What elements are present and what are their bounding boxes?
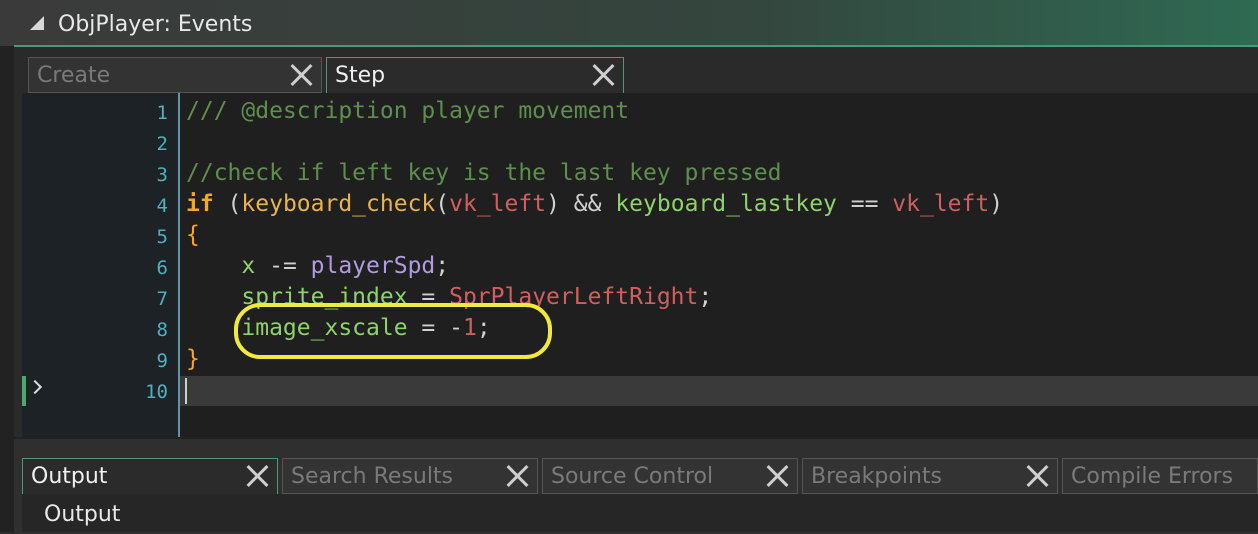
code-punct: ( — [435, 191, 450, 217]
code-punct: ) — [989, 191, 1004, 217]
code-line-5[interactable]: { — [186, 220, 200, 250]
close-icon[interactable] — [765, 464, 789, 488]
close-icon[interactable] — [505, 464, 529, 488]
code-constant: vk_left — [892, 191, 990, 217]
tab-search-results-label: Search Results — [291, 464, 454, 489]
code-line-4[interactable]: if (keyboard_check(vk_left) && keyboard_… — [186, 189, 1003, 219]
line-number: 7 — [156, 288, 168, 310]
code-keyword: if — [186, 191, 214, 217]
tab-compile-errors[interactable]: Compile Errors — [1062, 458, 1258, 494]
line-number-gutter: 1 2 3 4 5 6 7 8 9 10 — [22, 93, 178, 437]
tab-create-label: Create — [37, 63, 111, 88]
close-icon[interactable] — [245, 464, 269, 488]
code-line-9[interactable]: } — [186, 344, 200, 374]
line-number: 4 — [156, 195, 168, 217]
tab-source-control[interactable]: Source Control — [542, 458, 798, 494]
code-variable: playerSpd — [310, 253, 436, 279]
close-icon[interactable] — [591, 63, 615, 87]
code-comment: /// @description player movement — [186, 98, 630, 124]
line-number: 1 — [156, 102, 168, 124]
tab-output[interactable]: Output — [22, 458, 278, 494]
code-brace: } — [186, 346, 200, 372]
window-title: ObjPlayer: Events — [58, 12, 253, 37]
code-function: keyboard_check — [241, 191, 436, 217]
code-punct: ) && — [546, 191, 616, 217]
tab-breakpoints[interactable]: Breakpoints — [802, 458, 1058, 494]
code-line-6[interactable]: x -= playerSpd; — [186, 251, 449, 281]
tab-compile-errors-label: Compile Errors — [1071, 464, 1234, 489]
line-number: 5 — [156, 226, 168, 248]
line-number: 10 — [145, 381, 168, 403]
window-titlebar[interactable]: ObjPlayer: Events — [0, 0, 1258, 46]
output-panel[interactable]: Output — [22, 494, 1258, 532]
code-constant: vk_left — [449, 191, 547, 217]
code-punct: ; — [435, 253, 450, 279]
annotation-highlight-ring — [234, 303, 552, 359]
line-number: 2 — [156, 133, 168, 155]
current-line-marker — [22, 376, 26, 406]
tab-step[interactable]: Step — [326, 57, 624, 93]
window-left-edge — [0, 46, 14, 532]
line-number: 8 — [156, 319, 168, 341]
tab-breakpoints-label: Breakpoints — [811, 464, 942, 489]
code-line-3[interactable]: //check if left key is the last key pres… — [186, 158, 781, 188]
output-panel-title: Output — [44, 502, 121, 527]
tab-create[interactable]: Create — [28, 57, 322, 93]
code-punct: ; — [698, 284, 713, 310]
code-operator: -= — [255, 253, 311, 279]
code-builtin: x — [241, 253, 256, 279]
tab-search-results[interactable]: Search Results — [282, 458, 538, 494]
close-icon[interactable] — [1025, 464, 1049, 488]
close-icon[interactable] — [289, 63, 313, 87]
current-line-highlight — [180, 376, 1258, 406]
tab-source-control-label: Source Control — [551, 464, 714, 489]
collapse-triangle-icon[interactable] — [30, 16, 44, 30]
tab-output-label: Output — [31, 464, 108, 489]
titlebar-accent-line — [14, 45, 1258, 47]
line-number: 9 — [156, 350, 168, 372]
code-function: keyboard_lastkey — [615, 191, 837, 217]
code-line-1[interactable]: /// @description player movement — [186, 96, 629, 126]
code-operator: == — [836, 191, 893, 217]
code-editor[interactable]: 1 2 3 4 5 6 7 8 9 10 /// @description pl… — [22, 93, 1258, 437]
code-punct: ( — [213, 191, 242, 217]
line-number: 3 — [156, 164, 168, 186]
code-brace: { — [186, 222, 200, 248]
code-comment: //check if left key is the last key pres… — [186, 160, 782, 186]
text-caret — [185, 378, 187, 404]
line-number: 6 — [156, 257, 168, 279]
tab-step-label: Step — [335, 63, 386, 88]
